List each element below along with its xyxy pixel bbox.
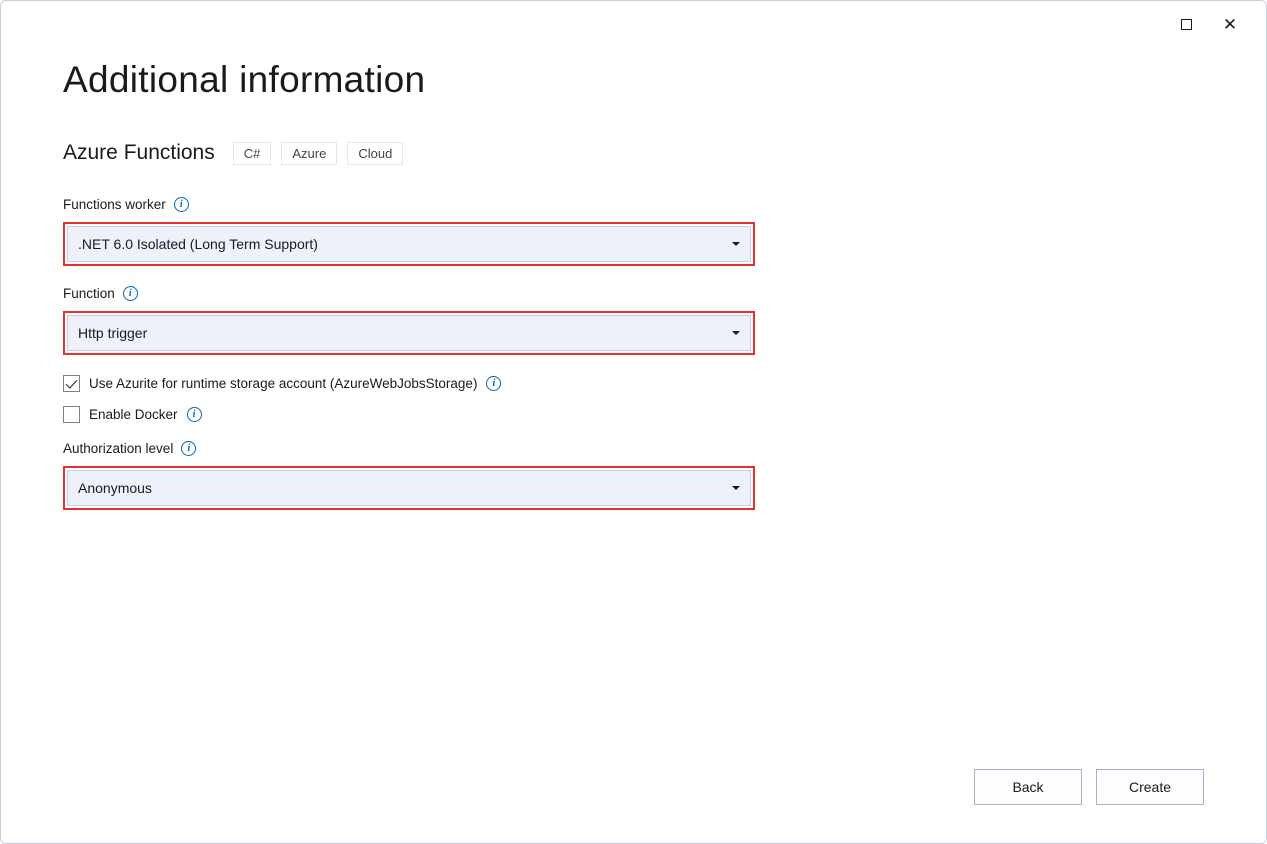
authorization-level-dropdown[interactable]: Anonymous [67, 470, 751, 506]
use-azurite-checkbox[interactable] [63, 375, 80, 392]
close-icon: ✕ [1223, 16, 1237, 33]
use-azurite-label: Use Azurite for runtime storage account … [89, 376, 477, 391]
subtitle: Azure Functions [63, 141, 215, 165]
tags: C# Azure Cloud [233, 142, 404, 165]
enable-docker-label: Enable Docker [89, 407, 178, 422]
maximize-icon [1181, 19, 1192, 30]
chevron-down-icon [732, 242, 740, 246]
info-icon[interactable]: i [174, 197, 189, 212]
info-icon[interactable]: i [181, 441, 196, 456]
authorization-level-label: Authorization level i [63, 441, 1204, 456]
functions-worker-value: .NET 6.0 Isolated (Long Term Support) [78, 236, 318, 252]
footer: Back Create [974, 769, 1204, 805]
dialog-content: Additional information Azure Functions C… [1, 1, 1266, 510]
functions-worker-dropdown[interactable]: .NET 6.0 Isolated (Long Term Support) [67, 226, 751, 262]
enable-docker-checkbox[interactable] [63, 406, 80, 423]
back-button[interactable]: Back [974, 769, 1082, 805]
chevron-down-icon [732, 331, 740, 335]
close-button[interactable]: ✕ [1208, 9, 1252, 39]
page-title: Additional information [63, 59, 1204, 101]
info-icon[interactable]: i [187, 407, 202, 422]
use-azurite-row: Use Azurite for runtime storage account … [63, 375, 1204, 392]
maximize-button[interactable] [1164, 9, 1208, 39]
tag-cloud: Cloud [347, 142, 403, 165]
subtitle-row: Azure Functions C# Azure Cloud [63, 141, 1204, 165]
authorization-level-value: Anonymous [78, 480, 152, 496]
create-button[interactable]: Create [1096, 769, 1204, 805]
chevron-down-icon [732, 486, 740, 490]
functions-worker-label-text: Functions worker [63, 197, 166, 212]
function-value: Http trigger [78, 325, 147, 341]
functions-worker-label: Functions worker i [63, 197, 1204, 212]
authorization-level-highlight: Anonymous [63, 466, 755, 510]
info-icon[interactable]: i [123, 286, 138, 301]
info-icon[interactable]: i [486, 376, 501, 391]
tag-csharp: C# [233, 142, 272, 165]
enable-docker-row: Enable Docker i [63, 406, 1204, 423]
function-label-text: Function [63, 286, 115, 301]
title-bar: ✕ [1164, 1, 1266, 39]
function-label: Function i [63, 286, 1204, 301]
functions-worker-highlight: .NET 6.0 Isolated (Long Term Support) [63, 222, 755, 266]
authorization-level-label-text: Authorization level [63, 441, 173, 456]
function-highlight: Http trigger [63, 311, 755, 355]
tag-azure: Azure [281, 142, 337, 165]
function-dropdown[interactable]: Http trigger [67, 315, 751, 351]
